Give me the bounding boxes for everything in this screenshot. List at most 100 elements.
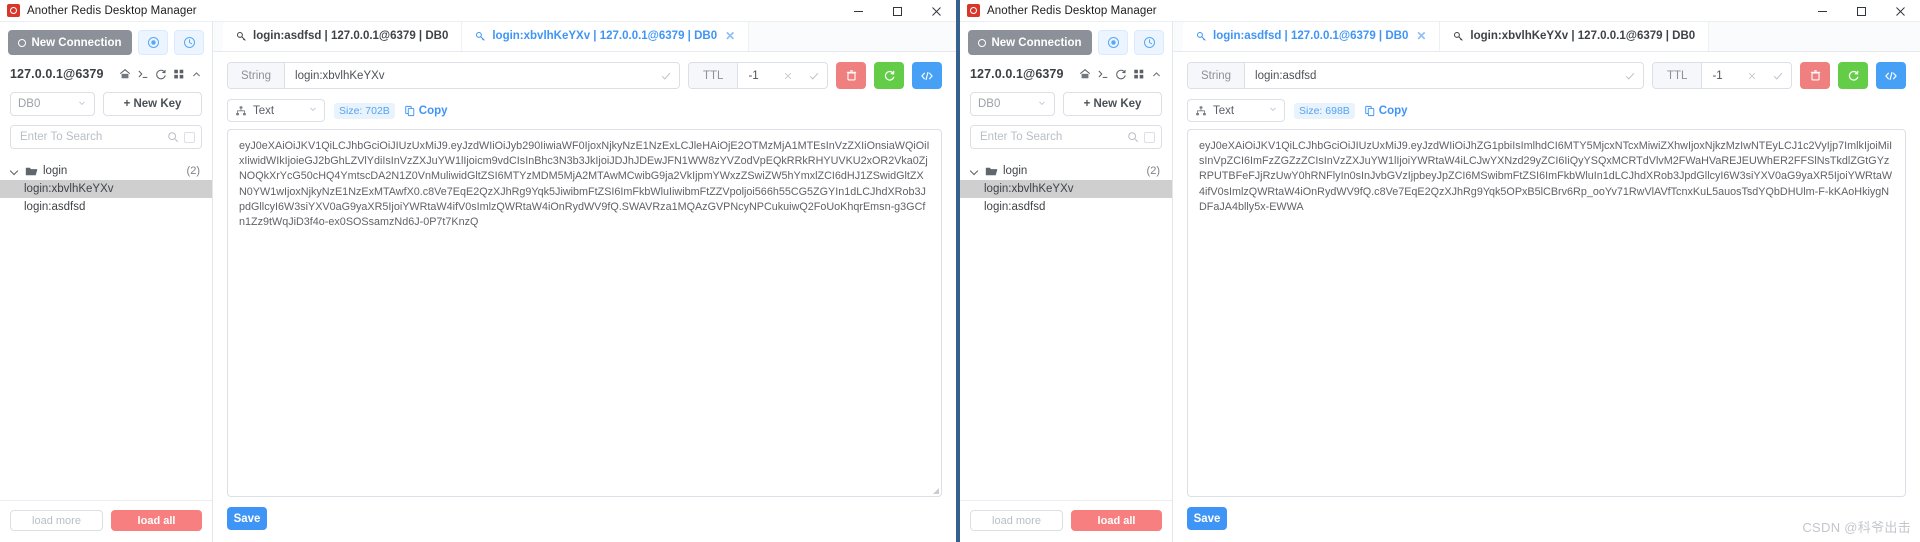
minimize-button[interactable] <box>1803 0 1842 22</box>
search-icon[interactable] <box>167 131 179 143</box>
maximize-button[interactable] <box>878 0 917 22</box>
chevron-down-icon <box>1268 104 1278 117</box>
console-icon[interactable] <box>1097 68 1109 80</box>
key-name-field[interactable]: String login:xbvlhKeYXv <box>227 62 680 89</box>
new-connection-button[interactable]: New Connection <box>968 30 1092 55</box>
value-format-select[interactable]: Text <box>227 99 325 122</box>
delete-key-button[interactable] <box>836 62 866 89</box>
home-icon[interactable] <box>1079 68 1091 80</box>
tab-login-asdfsd[interactable]: login:asdfsd | 127.0.0.1@6379 | DB0 <box>223 21 463 51</box>
chevron-down-icon[interactable] <box>971 167 980 176</box>
tree-key-item-1[interactable]: login:asdfsd <box>960 198 1172 216</box>
grid-icon[interactable] <box>1133 68 1145 80</box>
refresh-icon[interactable] <box>1115 68 1127 80</box>
db-select[interactable]: DB0 <box>10 92 95 116</box>
tree-key-item-0[interactable]: login:xbvlhKeYXv <box>960 180 1172 198</box>
search-regex-checkbox[interactable] <box>1144 131 1155 143</box>
save-button[interactable]: Save <box>1187 507 1227 530</box>
load-more-button[interactable]: load more <box>10 510 103 531</box>
minimize-button[interactable] <box>839 0 878 22</box>
new-key-button[interactable]: + New Key <box>1063 92 1162 116</box>
refresh-icon[interactable] <box>155 68 167 80</box>
console-icon[interactable] <box>137 68 149 80</box>
load-more-label: load more <box>32 514 81 527</box>
value-textarea-right[interactable]: eyJ0eXAiOiJKV1QiLCJhbGciOiJIUzUxMiJ9.eyJ… <box>1187 129 1906 497</box>
key-name-input[interactable]: login:asdfsd <box>1245 63 1617 88</box>
close-button[interactable] <box>1881 0 1920 22</box>
key-search-box[interactable]: Enter To Search <box>970 125 1162 149</box>
grid-icon[interactable] <box>173 68 185 80</box>
key-rename-confirm-icon[interactable] <box>653 63 679 88</box>
copy-value-button[interactable]: Copy <box>404 105 448 117</box>
save-button[interactable]: Save <box>227 507 267 530</box>
search-input[interactable]: Enter To Search <box>20 131 162 143</box>
history-button[interactable] <box>1134 30 1164 55</box>
window-controls-right <box>1803 0 1920 22</box>
tree-folder-label: login <box>43 165 68 177</box>
load-more-button[interactable]: load more <box>970 510 1063 531</box>
connection-row[interactable]: 127.0.0.1@6379 <box>960 67 1172 81</box>
load-all-button[interactable]: load all <box>1071 510 1162 531</box>
close-button[interactable] <box>917 0 956 22</box>
window-title: Another Redis Desktop Manager <box>27 4 197 17</box>
load-all-label: load all <box>137 514 176 527</box>
view-code-button[interactable] <box>1876 62 1906 89</box>
maximize-button[interactable] <box>1842 0 1881 22</box>
tab-login-asdfsd[interactable]: login:asdfsd | 127.0.0.1@6379 | DB0 ✕ <box>1183 21 1441 51</box>
key-tree-right: login (2) login:xbvlhKeYXv login:asdfsd <box>960 162 1172 500</box>
new-connection-button[interactable]: New Connection <box>8 30 132 55</box>
tree-folder-login[interactable]: login (2) <box>0 162 212 180</box>
tree-folder-count: (2) <box>1146 165 1160 177</box>
new-key-button[interactable]: + New Key <box>103 92 202 116</box>
tree-key-item-0[interactable]: login:xbvlhKeYXv <box>0 180 212 198</box>
copy-value-button[interactable]: Copy <box>1364 105 1408 117</box>
search-input[interactable]: Enter To Search <box>980 131 1122 143</box>
ttl-confirm-icon[interactable] <box>801 63 827 88</box>
value-textarea-left[interactable]: eyJ0eXAiOiJKV1QiLCJhbGciOiJIUzUxMiJ9.eyJ… <box>227 129 942 497</box>
key-name-input[interactable]: login:xbvlhKeYXv <box>285 63 653 88</box>
ttl-clear-icon[interactable] <box>775 63 801 88</box>
theme-toggle-button[interactable] <box>138 30 168 55</box>
tab-close-icon[interactable]: ✕ <box>725 30 735 42</box>
tree-folder-login[interactable]: login (2) <box>960 162 1172 180</box>
tree-key-label: login:xbvlhKeYXv <box>24 183 114 195</box>
theme-toggle-button[interactable] <box>1098 30 1128 55</box>
ttl-input[interactable]: -1 <box>1702 63 1739 88</box>
ttl-input[interactable]: -1 <box>738 63 775 88</box>
ttl-confirm-icon[interactable] <box>1765 63 1791 88</box>
workspace-right: New Connection 127.0.0.1@6379 DB0 + New … <box>960 21 1920 542</box>
home-icon[interactable] <box>119 68 131 80</box>
key-name-field[interactable]: String login:asdfsd <box>1187 62 1644 89</box>
key-search-box[interactable]: Enter To Search <box>10 125 202 149</box>
reload-key-button[interactable] <box>874 62 904 89</box>
ttl-clear-icon[interactable] <box>1739 63 1765 88</box>
tab-close-icon[interactable]: ✕ <box>1416 30 1426 42</box>
window-controls-left <box>839 0 956 22</box>
screen-root: Another Redis Desktop Manager New Connec… <box>0 0 1920 542</box>
ttl-field[interactable]: TTL -1 <box>688 62 828 89</box>
new-connection-label: New Connection <box>991 36 1082 49</box>
tab-login-xbvlhkeyxv[interactable]: login:xbvlhKeYXv | 127.0.0.1@6379 | DB0 <box>1440 21 1710 51</box>
tree-key-item-1[interactable]: login:asdfsd <box>0 198 212 216</box>
search-icon[interactable] <box>1127 131 1139 143</box>
db-select-value: DB0 <box>18 98 41 110</box>
chevron-up-icon[interactable] <box>1151 69 1162 80</box>
chevron-up-icon[interactable] <box>191 69 202 80</box>
value-format-select[interactable]: Text <box>1187 99 1285 122</box>
connection-tools <box>119 68 202 80</box>
reload-key-button[interactable] <box>1838 62 1868 89</box>
tab-login-xbvlhkeyxv[interactable]: login:xbvlhKeYXv | 127.0.0.1@6379 | DB0 … <box>462 21 750 51</box>
view-code-button[interactable] <box>912 62 942 89</box>
chevron-down-icon[interactable] <box>11 167 20 176</box>
delete-key-button[interactable] <box>1800 62 1830 89</box>
search-row: Enter To Search <box>0 125 212 149</box>
key-rename-confirm-icon[interactable] <box>1617 63 1643 88</box>
history-button[interactable] <box>174 30 204 55</box>
tree-format-icon <box>235 105 247 117</box>
ttl-field[interactable]: TTL -1 <box>1652 62 1792 89</box>
connection-dot-icon <box>978 38 987 47</box>
search-regex-checkbox[interactable] <box>184 131 195 143</box>
connection-row[interactable]: 127.0.0.1@6379 <box>0 67 212 81</box>
load-all-button[interactable]: load all <box>111 510 202 531</box>
db-select[interactable]: DB0 <box>970 92 1055 116</box>
